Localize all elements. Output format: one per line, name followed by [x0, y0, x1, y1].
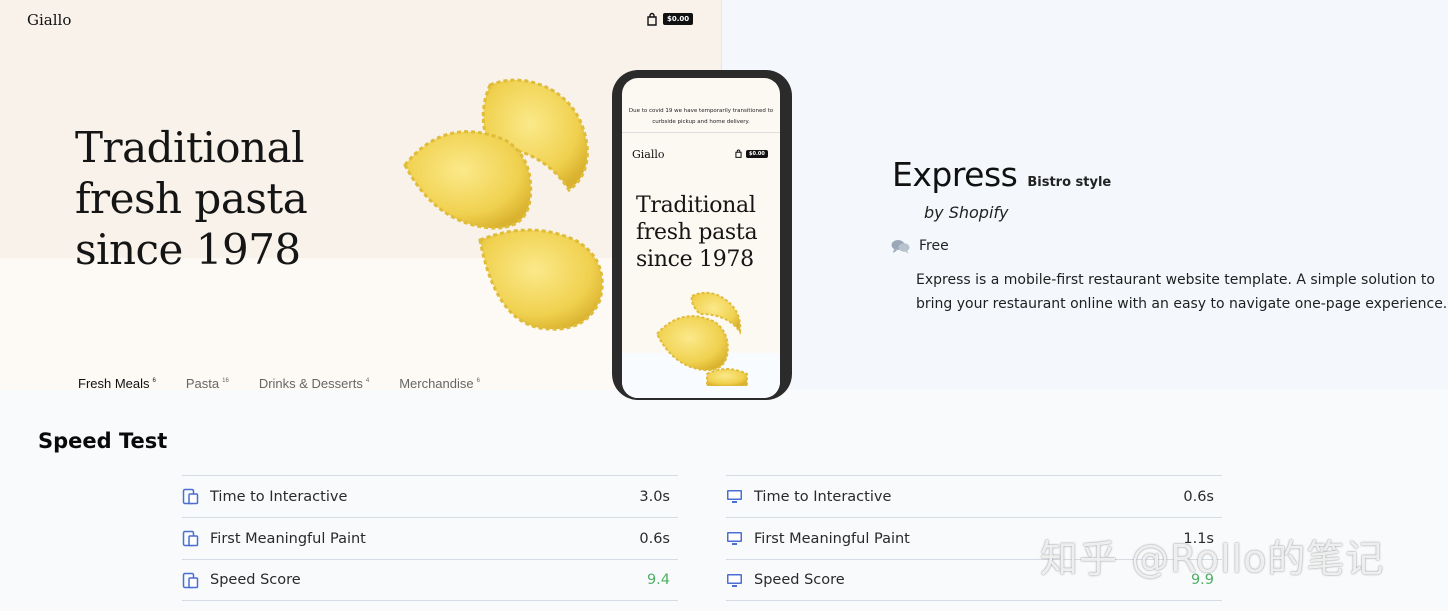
- metric-label: Time to Interactive: [210, 488, 348, 505]
- theme-description: Express is a mobile-first restaurant web…: [916, 272, 1448, 312]
- shopping-bag-icon: [735, 149, 742, 158]
- price-label: Free: [919, 238, 949, 254]
- ravioli-image: [403, 78, 604, 331]
- phone-cart-button: $0.00: [734, 149, 768, 158]
- nav-item-drinks-desserts[interactable]: Drinks & Desserts 4: [259, 376, 369, 390]
- metric-label: First Meaningful Paint: [210, 530, 366, 547]
- metric-value: 0.6s: [1183, 488, 1214, 505]
- metric-label: Time to Interactive: [754, 488, 892, 505]
- store-logo: Giallo: [27, 11, 72, 29]
- theme-price: Free: [891, 238, 949, 254]
- mobile-speed-metrics: Time to Interactive 3.0s First Meaningfu…: [182, 475, 678, 601]
- speed-score-value: 9.4: [646, 572, 670, 588]
- phone-store-logo: Giallo: [632, 148, 665, 161]
- cart-button: $0.00: [645, 12, 694, 26]
- theme-hero: Giallo $0.00 Traditional fresh pasta sin…: [0, 0, 1448, 400]
- metric-value: 0.6s: [639, 530, 670, 547]
- mobile-device-icon: [182, 530, 199, 547]
- cart-total: $0.00: [663, 13, 694, 25]
- phone-cart-total: $0.00: [746, 149, 768, 158]
- metric-row: Speed Score 9.4: [182, 559, 678, 601]
- mobile-device-icon: [182, 572, 199, 588]
- speed-test-heading: Speed Test: [38, 429, 168, 453]
- watermark: 知乎 @Rollo的笔记: [1040, 537, 1385, 581]
- hero-headline: Traditional fresh pasta since 1978: [75, 123, 308, 274]
- collection-nav: Fresh Meals 6 Pasta 16 Drinks & Desserts 4 …: [78, 376, 510, 390]
- metric-row: Time to Interactive 0.6s: [726, 475, 1222, 517]
- shopping-bag-icon: [647, 12, 657, 26]
- theme-author[interactable]: by Shopify: [924, 203, 1009, 222]
- metric-label: Speed Score: [754, 572, 845, 588]
- theme-title: Express Bistro style: [892, 155, 1111, 194]
- metric-label: First Meaningful Paint: [754, 530, 910, 547]
- phone-hero-headline: Traditional fresh pasta since 1978: [636, 193, 758, 272]
- nav-item-merchandise[interactable]: Merchandise 6: [399, 376, 480, 390]
- theme-style: Bistro style: [1027, 175, 1112, 190]
- nav-item-pasta[interactable]: Pasta 16: [186, 376, 229, 390]
- metric-row: Time to Interactive 3.0s: [182, 475, 678, 517]
- theme-name: Express: [892, 155, 1018, 194]
- metric-row: First Meaningful Paint 0.6s: [182, 517, 678, 559]
- metric-value: 3.0s: [639, 488, 670, 505]
- desktop-monitor-icon: [727, 532, 742, 545]
- announcement-bar: Due to covid 19 we have temporarily tran…: [622, 98, 780, 133]
- phone-screen: Due to covid 19 we have temporarily tran…: [622, 78, 780, 398]
- mobile-device-icon: [182, 488, 199, 505]
- ravioli-image: [655, 291, 748, 386]
- desktop-monitor-icon: [727, 490, 742, 503]
- nav-item-fresh-meals[interactable]: Fresh Meals 6: [78, 376, 156, 390]
- metric-label: Speed Score: [210, 572, 301, 588]
- desktop-monitor-icon: [727, 573, 742, 587]
- chat-bubbles-icon: [891, 239, 910, 253]
- mobile-preview[interactable]: Due to covid 19 we have temporarily tran…: [612, 70, 792, 400]
